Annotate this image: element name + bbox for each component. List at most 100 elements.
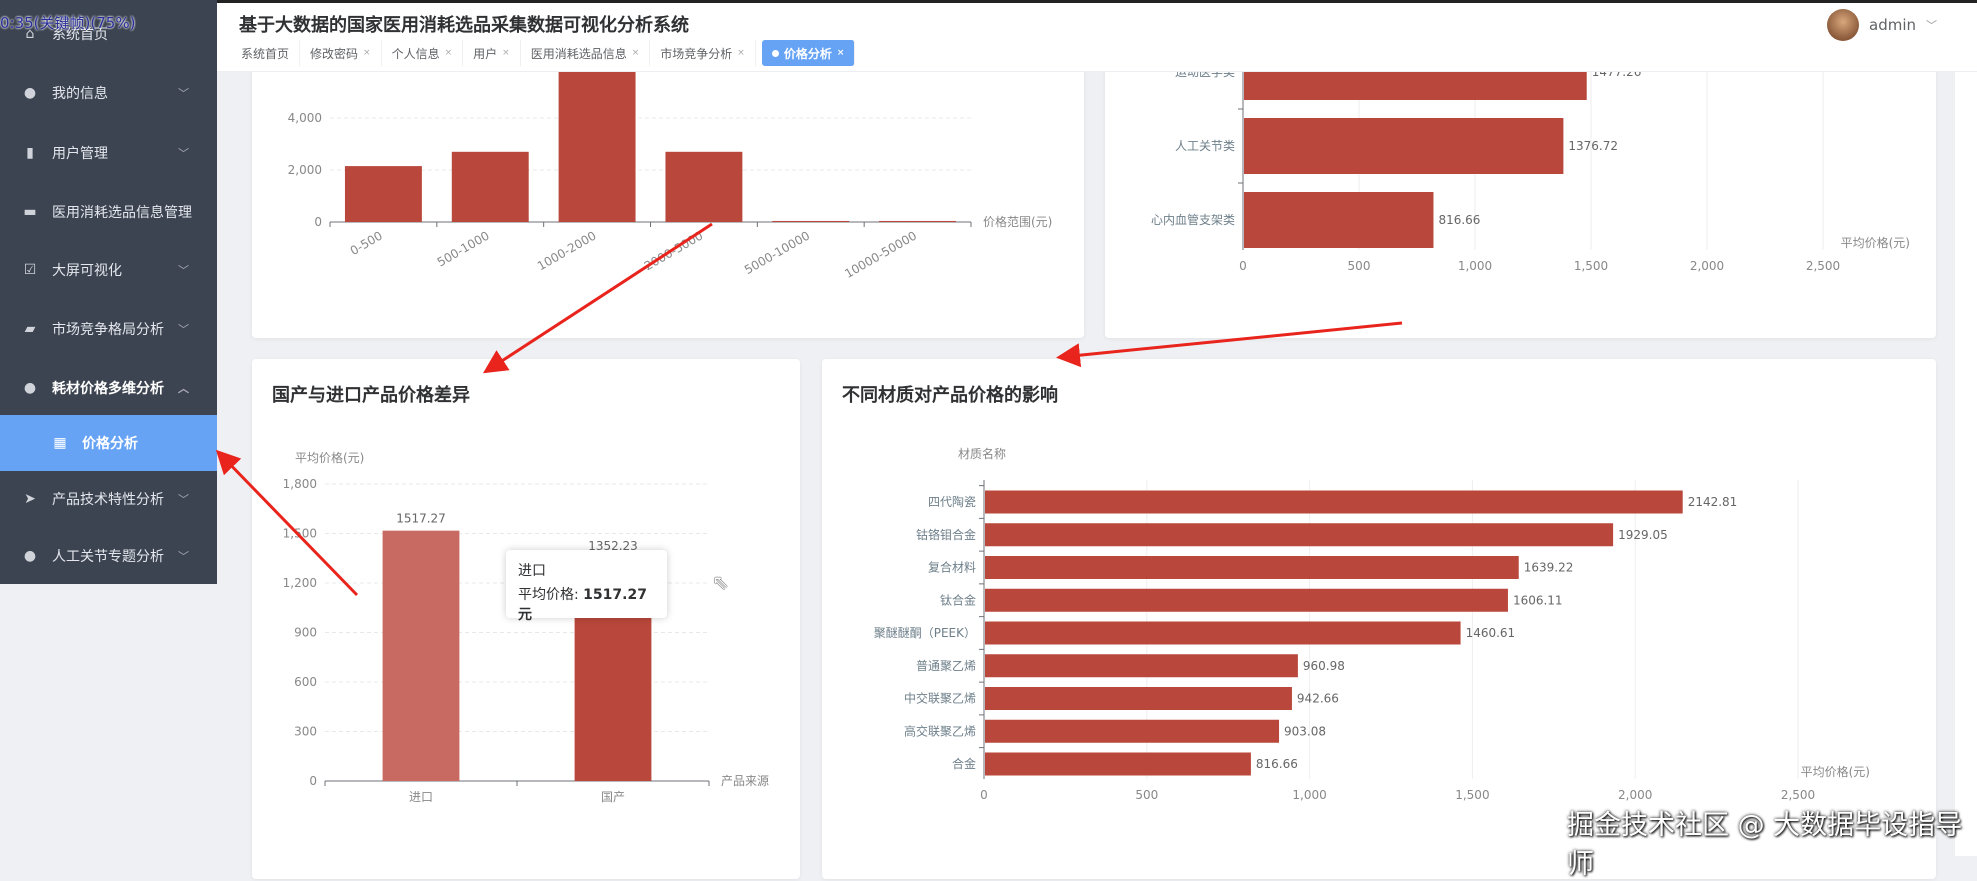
bar-value-label: 942.66	[1297, 692, 1339, 706]
tooltip-label: 平均价格:	[518, 587, 584, 603]
x-tick-label: 1,500	[1455, 788, 1489, 802]
sidebar-item-8[interactable]: ➤ 产品技术特性分析 ﹀	[0, 471, 217, 527]
bar	[985, 687, 1292, 710]
y-tick-label: 1,200	[283, 576, 317, 590]
y-category-label: 合金	[952, 756, 976, 771]
sidebar-item-label: 我的信息	[52, 86, 108, 102]
bulb-icon: ●	[23, 548, 37, 564]
chevron-down-icon[interactable]: ﹀	[1926, 17, 1937, 33]
sidebar-item-label: 耗材价格多维分析	[52, 381, 164, 397]
sidebar-item-3[interactable]: ▬ 医用消耗选品信息管理	[0, 184, 217, 240]
bar	[665, 151, 743, 222]
x-axis-name: 价格范围(元)	[983, 214, 1052, 229]
tab-2[interactable]: 个人信息 ×	[382, 40, 464, 66]
tab-label: 用户	[473, 46, 498, 61]
recording-overlay-label: 0:35(关键帧)(75%)	[0, 14, 136, 32]
chart-tooltip: 进口 平均价格: 1517.27元	[506, 550, 667, 623]
bar	[985, 490, 1683, 514]
tab-4[interactable]: 医用消耗选品信息 ×	[521, 40, 651, 66]
tab-5[interactable]: 市场竞争分析 ×	[650, 40, 756, 66]
briefcase-icon: ▰	[24, 321, 36, 337]
x-category-label: 国产	[601, 790, 625, 804]
tab-label: 医用消耗选品信息	[530, 46, 627, 61]
close-icon[interactable]: ×	[837, 48, 845, 58]
bar-value-label: 1639.22	[1524, 561, 1574, 575]
user-icon: ●	[23, 85, 37, 101]
tab-1[interactable]: 修改密码 ×	[300, 40, 382, 66]
x-axis-name: 产品来源	[721, 774, 769, 788]
y-category-label: 四代陶瓷	[928, 494, 976, 509]
tab-3[interactable]: 用户 ×	[463, 40, 521, 66]
bar	[382, 530, 460, 781]
y-category-label: 普通聚乙烯	[916, 659, 976, 673]
bar	[985, 523, 1614, 547]
bar-value-label: 1517.27	[396, 512, 446, 526]
charts-layer: 0 2,000 4,000 0-500 500-1000 1000-2000 2000-50…	[283, 34, 1910, 804]
app-title: 基于大数据的国家医用消耗选品采集数据可视化分析系统	[239, 15, 689, 36]
x-category-label: 进口	[409, 790, 433, 804]
close-icon[interactable]: ×	[363, 48, 371, 58]
user-menu[interactable]: admin ﹀	[1827, 9, 1937, 41]
sidebar-item-4[interactable]: ☑ 大屏可视化 ﹀	[0, 242, 217, 298]
y-tick-label: 600	[294, 675, 317, 689]
bar	[985, 556, 1519, 579]
tab-label: 价格分析	[783, 46, 832, 61]
sidebar-item-label: 医用消耗选品信息管理	[52, 205, 192, 221]
tab-bar: 系统首页 修改密码 × 个人信息 × 用户 × 医用消耗选品信息 × 市场竞争分析 × 价格分析 ×	[231, 39, 856, 67]
clipboard-check-icon: ☑	[23, 262, 37, 278]
bar	[985, 752, 1251, 776]
x-axis-name: 平均价格(元)	[1841, 235, 1910, 250]
send-icon: ➤	[24, 491, 36, 507]
sidebar-item-label: 大屏可视化	[52, 263, 122, 279]
bar-value-label: 960.98	[1303, 659, 1345, 673]
y-tick-label: 900	[294, 626, 317, 640]
y-axis-name: 平均价格(元)	[295, 450, 364, 465]
x-category-label: 1000-2000	[535, 228, 599, 273]
sidebar-item-9[interactable]: ● 人工关节专题分析 ﹀	[0, 528, 217, 584]
tab-0[interactable]: 系统首页	[231, 40, 301, 66]
x-category-label: 500-1000	[435, 228, 492, 269]
sidebar-item-7[interactable]: ▦ 价格分析	[0, 415, 217, 471]
sidebar-item-5[interactable]: ▰ 市场竞争格局分析 ﹀	[0, 301, 217, 357]
x-tick-label: 2,000	[1618, 788, 1652, 802]
sidebar: ⌂ 系统首页 ● 我的信息 ﹀ ▮ 用户管理 ﹀ ▬ 医用消耗选品信息管理 ☑ 大屏可视化 ﹀ ▰ 市场竞争…	[0, 0, 217, 584]
chevron-icon: ﹀	[178, 493, 189, 506]
top-header: 基于大数据的国家医用消耗选品采集数据可视化分析系统 系统首页 修改密码 × 个人信息 ×…	[217, 0, 1977, 72]
tab-6[interactable]: 价格分析 ×	[761, 40, 856, 66]
chevron-icon: ﹀	[178, 550, 189, 563]
sidebar-item-6[interactable]: ● 耗材价格多维分析 ︿	[0, 360, 217, 416]
y-category-label: 心内血管支架类	[1151, 212, 1235, 227]
x-tick-label: 1,500	[1574, 259, 1608, 273]
y-category-label: 聚醚醚酮（PEEK）	[874, 626, 976, 640]
close-icon[interactable]: ×	[737, 48, 745, 58]
x-tick-label: 500	[1135, 788, 1158, 802]
x-tick-label: 0	[1239, 259, 1247, 273]
mouse-cursor-icon: ⇖	[712, 570, 729, 594]
avatar[interactable]	[1827, 9, 1859, 41]
close-icon[interactable]: ×	[502, 48, 510, 58]
sidebar-item-1[interactable]: ● 我的信息 ﹀	[0, 65, 217, 121]
bar	[344, 166, 422, 222]
x-category-label: 5000-10000	[742, 228, 812, 277]
chevron-icon: ﹀	[178, 147, 189, 160]
x-tick-label: 500	[1348, 259, 1371, 273]
username[interactable]: admin	[1869, 16, 1916, 34]
close-icon[interactable]: ×	[632, 48, 640, 58]
sidebar-item-2[interactable]: ▮ 用户管理 ﹀	[0, 125, 217, 181]
y-tick-label: 1,800	[283, 477, 317, 491]
bar	[879, 220, 957, 222]
bar	[451, 151, 529, 222]
x-tick-label: 1,000	[1292, 788, 1326, 802]
bar-value-label: 816.66	[1438, 213, 1480, 227]
y-tick-label: 300	[294, 725, 317, 739]
tooltip-title: 进口	[518, 563, 546, 579]
y-tick-label: 0	[309, 774, 317, 788]
close-icon[interactable]: ×	[445, 48, 453, 58]
x-tick-label: 2,500	[1806, 259, 1840, 273]
message-icon: ▬	[23, 204, 37, 220]
y-category-label: 钴铬钼合金	[916, 527, 976, 542]
bar	[772, 220, 850, 222]
bar-chart-icon: ▮	[26, 145, 34, 161]
x-tick-label: 1,000	[1458, 259, 1492, 273]
tab-label: 个人信息	[391, 46, 440, 61]
